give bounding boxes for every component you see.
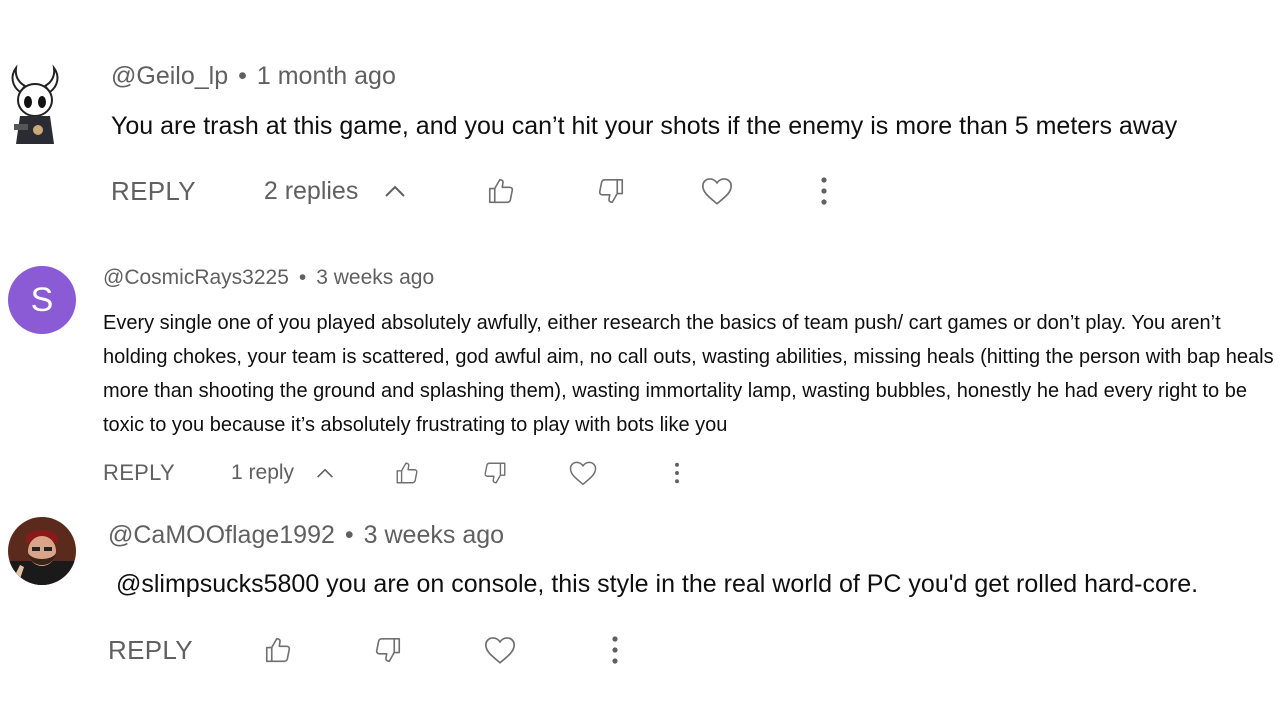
meta-separator: • xyxy=(344,521,354,549)
hollow-knight-avatar-icon[interactable] xyxy=(6,62,64,146)
thumbs-up-icon[interactable] xyxy=(486,176,516,206)
reply-button[interactable]: REPLY xyxy=(111,176,196,207)
more-options-icon[interactable] xyxy=(674,460,680,486)
heart-icon[interactable] xyxy=(700,175,734,207)
replies-count: 1 reply xyxy=(231,461,295,484)
thumbs-up-icon[interactable] xyxy=(394,460,420,486)
reply-button[interactable]: REPLY xyxy=(108,635,193,666)
comment-author[interactable]: @CaMOOflage1992 xyxy=(108,521,335,549)
comment-meta: @CaMOOflage1992 • 3 weeks ago xyxy=(108,521,504,550)
thumbs-down-icon[interactable] xyxy=(373,635,403,665)
replies-count: 2 replies xyxy=(263,176,359,205)
chevron-up-icon xyxy=(316,467,334,479)
meta-separator: • xyxy=(298,266,307,289)
thumbs-up-icon[interactable] xyxy=(263,635,293,665)
comment-time[interactable]: 3 weeks ago xyxy=(316,266,434,289)
more-options-icon[interactable] xyxy=(611,635,619,665)
more-options-icon[interactable] xyxy=(820,176,828,206)
comment-meta: @Geilo_lp • 1 month ago xyxy=(111,62,396,91)
heart-icon[interactable] xyxy=(483,634,517,666)
reply-button[interactable]: REPLY xyxy=(103,460,175,486)
comment-actions: REPLY 1 reply xyxy=(103,452,680,494)
heart-icon[interactable] xyxy=(568,459,598,487)
comment-time[interactable]: 3 weeks ago xyxy=(364,521,504,549)
comment-text: You are trash at this game, and you can’… xyxy=(111,112,1178,140)
comment-text: Every single one of you played absolutel… xyxy=(103,312,1274,436)
comment-author[interactable]: @CosmicRays3225 xyxy=(103,266,289,289)
comment-time[interactable]: 1 month ago xyxy=(257,62,396,90)
thumbs-down-icon[interactable] xyxy=(596,176,626,206)
thumbs-down-icon[interactable] xyxy=(482,460,508,486)
comment-author[interactable]: @Geilo_lp xyxy=(111,62,228,90)
replies-toggle[interactable]: 1 reply xyxy=(231,461,334,485)
comment-meta: @CosmicRays3225 • 3 weeks ago xyxy=(103,266,434,290)
bearded-man-avatar-icon[interactable] xyxy=(8,517,76,585)
comment-actions: REPLY xyxy=(108,625,619,675)
chevron-up-icon xyxy=(384,184,406,198)
comment-actions: REPLY 2 replies xyxy=(111,166,828,216)
comment-text: @slimpsucks5800 you are on console, this… xyxy=(116,570,1199,598)
avatar[interactable]: S xyxy=(8,266,76,334)
replies-toggle[interactable]: 2 replies xyxy=(264,177,407,206)
meta-separator: • xyxy=(238,62,247,90)
